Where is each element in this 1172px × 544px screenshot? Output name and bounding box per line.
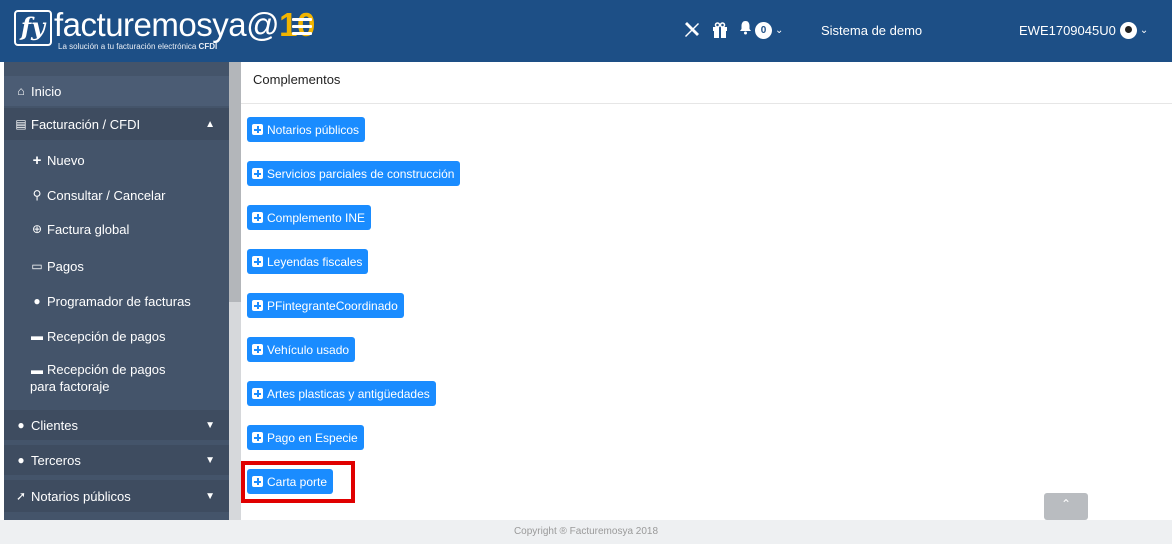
top-navbar: fy facturemosya@10 La solución a tu fact…: [0, 0, 1172, 62]
carta-porte-highlight: [241, 461, 355, 503]
logo-tagline-text: La solución a tu facturación electrónica: [58, 42, 197, 51]
sidebar-item-label: Consultar / Cancelar: [47, 187, 166, 203]
sidebar-item-recepcion-pagos[interactable]: ▬ Recepción de pagos: [4, 322, 229, 350]
gift-icon[interactable]: [711, 21, 729, 44]
user-clock-icon: ●: [33, 294, 41, 308]
bell-icon: [739, 20, 752, 40]
plus-icon: +: [32, 151, 42, 169]
chevron-down-icon: ▼: [205, 490, 215, 502]
money-icon: ▭: [31, 259, 43, 273]
vehiculo-usado-button[interactable]: Vehículo usado: [247, 337, 356, 362]
plus-square-icon: [252, 256, 263, 267]
sidebar-item-label: Nuevo: [47, 152, 85, 168]
user-menu[interactable]: EWE1709045U0 ⌄: [1019, 22, 1148, 39]
notifications-dropdown[interactable]: 0 ⌄: [739, 20, 783, 40]
pfintegrante-coordinado-button[interactable]: PFintegranteCoordinado: [247, 293, 404, 318]
button-label: Servicios parciales de construcción: [267, 166, 455, 181]
globe-icon: ⊕: [31, 222, 43, 236]
leyendas-fiscales-button[interactable]: Leyendas fiscales: [247, 249, 369, 274]
copyright-text: Copyright ® Facturemosya 2018: [513, 526, 659, 537]
sidebar-item-notarios[interactable]: ➚ Notarios públicos ▼: [4, 480, 229, 512]
scroll-to-top-button[interactable]: ⌃: [1044, 493, 1088, 520]
logo-tagline: La solución a tu facturación electrónica…: [58, 42, 217, 51]
button-label: Complemento INE: [267, 210, 366, 225]
sidebar-item-label: Terceros: [31, 452, 81, 468]
card-icon: ▬: [31, 329, 43, 343]
plus-square-icon: [252, 432, 263, 443]
logo-tagline-bold: CFDI: [198, 42, 218, 51]
home-icon: ⌂: [17, 84, 25, 98]
chevron-down-icon: ⌄: [1139, 25, 1149, 36]
button-label: PFintegranteCoordinado: [267, 298, 398, 313]
plus-square-icon: [252, 168, 263, 179]
user-rfc: EWE1709045U0: [1019, 23, 1116, 38]
servicios-parciales-button[interactable]: Servicios parciales de construcción: [247, 161, 461, 186]
chevron-down-icon: ▼: [205, 454, 215, 466]
content-header: Complementos: [241, 62, 1172, 104]
sidebar-item-label: Facturación / CFDI: [31, 116, 141, 132]
chevron-up-icon: ▲: [205, 118, 215, 130]
sidebar-scrollbar-thumb[interactable]: [229, 62, 241, 302]
user-icon: ●: [17, 418, 25, 432]
sidebar-item-facturacion[interactable]: ▤ Facturación / CFDI ▲: [4, 108, 229, 140]
sidebar-item-recepcion-factoraje[interactable]: ▬ Recepción de pagos para factoraje: [4, 358, 229, 404]
sidebar-item-terceros[interactable]: ● Terceros ▼: [4, 445, 229, 475]
notarios-publicos-button[interactable]: Notarios públicos: [247, 117, 366, 142]
plus-square-icon: [252, 124, 263, 135]
logo-text: facturemosya: [54, 6, 247, 43]
plus-square-icon: [252, 388, 263, 399]
chevron-up-icon: ⌃: [1060, 497, 1072, 511]
pago-en-especie-button[interactable]: Pago en Especie: [247, 425, 364, 450]
sidebar-item-label: Programador de facturas: [47, 293, 191, 309]
sidebar-item-pagos[interactable]: ▭ Pagos: [4, 252, 229, 280]
artes-plasticas-button[interactable]: Artes plasticas y antigüedades: [247, 381, 436, 406]
button-label: Vehículo usado: [267, 342, 350, 357]
sidebar-item-label: Notarios públicos: [31, 488, 131, 504]
sidebar-item-label: Recepción de pagos: [47, 328, 166, 344]
logo-mark: fy: [14, 10, 52, 46]
sidebar-item-factura-global[interactable]: ⊕ Factura global: [4, 215, 229, 243]
sidebar-item-label: Factura global: [47, 221, 130, 237]
plus-square-icon: [252, 300, 263, 311]
plus-square-icon: [252, 344, 263, 355]
tools-icon[interactable]: [683, 21, 701, 44]
sidebar: ⌂ Inicio ▤ Facturación / CFDI ▲ + Nuevo …: [4, 62, 229, 520]
sidebar-item-label: Inicio: [31, 83, 62, 99]
sidebar-item-label-line2: para factoraje: [30, 379, 110, 394]
brand-logo[interactable]: fy facturemosya@10 La solución a tu fact…: [4, 6, 315, 54]
sidebar-item-label: Clientes: [31, 417, 78, 433]
plus-square-icon: [252, 212, 263, 223]
file-icon: ▤: [15, 117, 27, 131]
sidebar-item-text: ▬ Recepción de pagos para factoraje: [30, 362, 166, 394]
user-circle-icon: [1119, 22, 1137, 39]
button-label: Leyendas fiscales: [267, 254, 363, 269]
sidebar-item-label: Pagos: [47, 258, 84, 274]
page-title: Complementos: [253, 72, 341, 87]
button-label: Artes plasticas y antigüedades: [267, 386, 430, 401]
button-label: Pago en Especie: [267, 430, 358, 445]
card-icon: ▬: [31, 363, 43, 377]
sidebar-item-programador[interactable]: ● Programador de facturas: [4, 287, 229, 315]
search-icon: ⚲: [32, 188, 42, 202]
sidebar-item-inicio[interactable]: ⌂ Inicio: [4, 76, 229, 106]
complemento-ine-button[interactable]: Complemento INE: [247, 205, 372, 230]
chevron-down-icon: ⌄: [775, 24, 784, 36]
sidebar-item-consultar[interactable]: ⚲ Consultar / Cancelar: [4, 181, 229, 209]
sidebar-item-clientes[interactable]: ● Clientes ▼: [4, 410, 229, 440]
gavel-icon: ➚: [15, 489, 27, 503]
notification-count-badge: 0: [755, 21, 772, 39]
sidebar-item-nuevo[interactable]: + Nuevo: [4, 146, 229, 174]
button-label: Notarios públicos: [267, 122, 360, 137]
logo-wordmark: facturemosya@10: [54, 6, 315, 44]
sidebar-item-label: Recepción de pagos: [47, 362, 166, 377]
hamburger-icon[interactable]: [292, 18, 312, 38]
users-icon: ●: [17, 453, 25, 467]
footer: Copyright ® Facturemosya 2018: [0, 520, 1172, 544]
logo-at: @: [246, 6, 280, 43]
chevron-down-icon: ▼: [205, 419, 215, 431]
demo-system-label: Sistema de demo: [821, 23, 923, 38]
